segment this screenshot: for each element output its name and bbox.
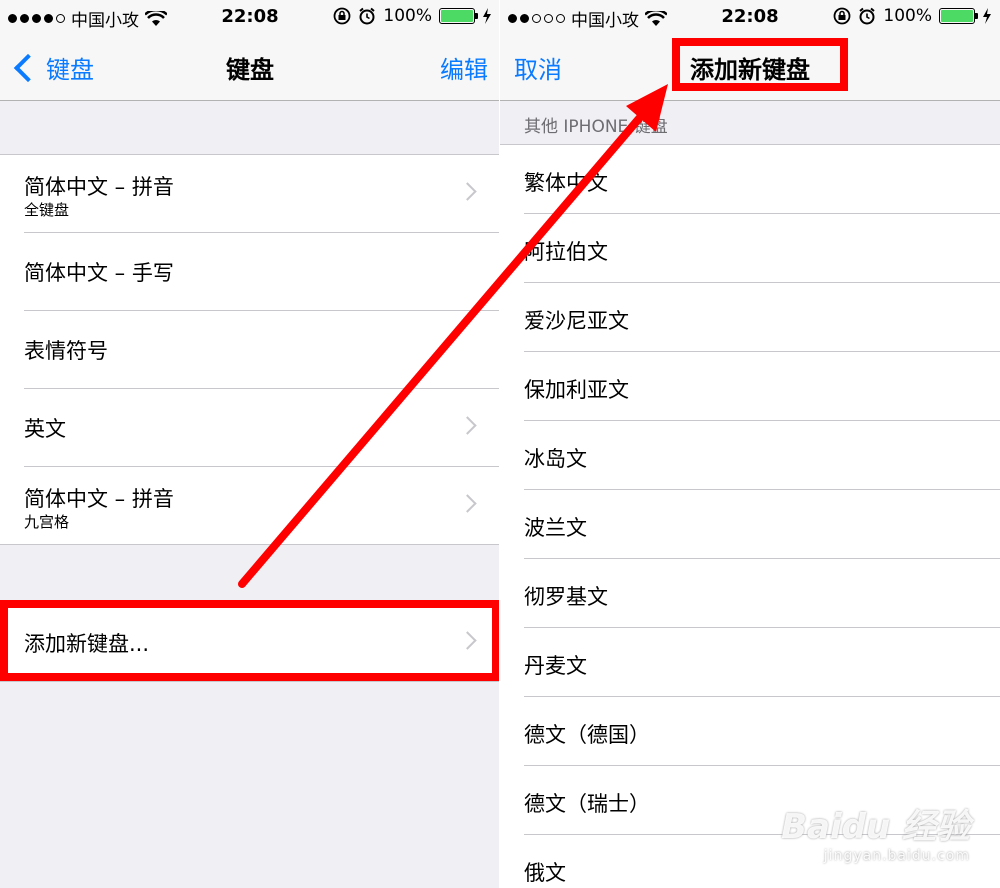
annotation-arrow [238,84,668,588]
